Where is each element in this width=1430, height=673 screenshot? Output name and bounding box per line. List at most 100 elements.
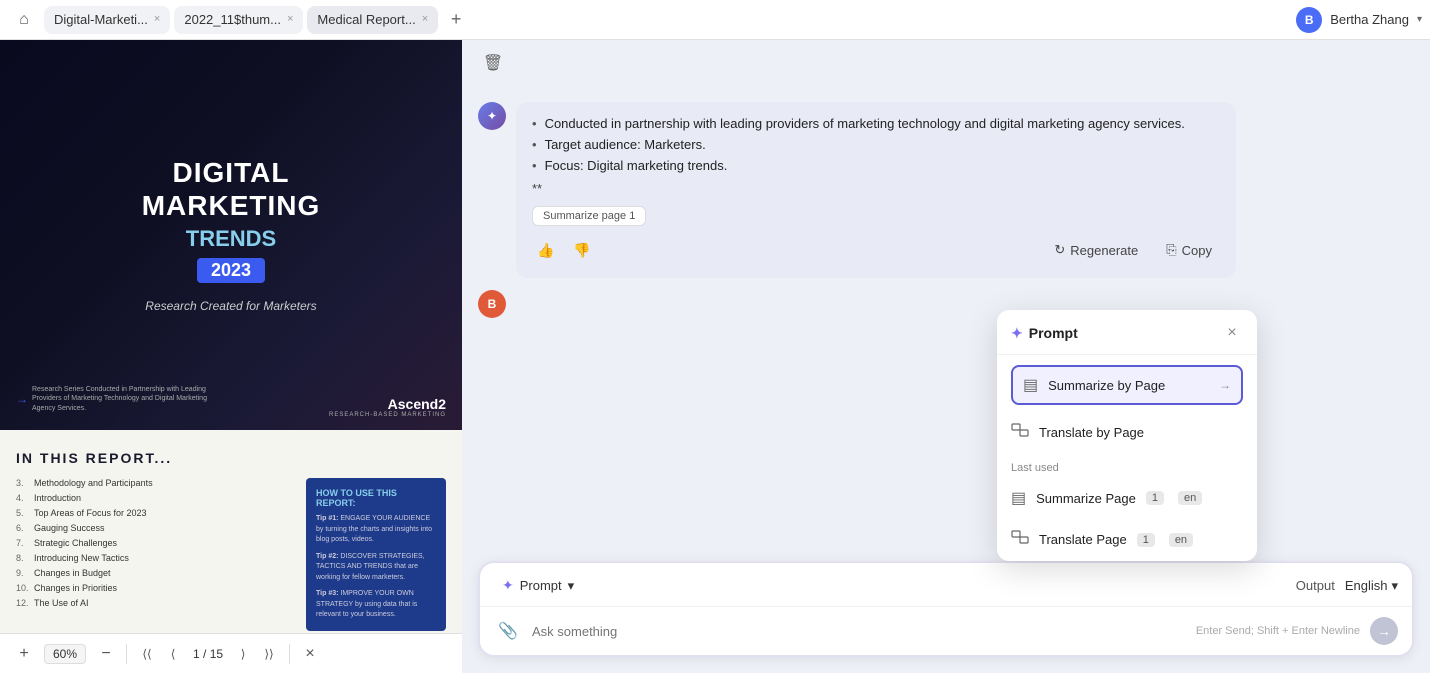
pdf-title-line2: MARKETING xyxy=(142,190,321,222)
bullet-2: • Target audience: Marketers. xyxy=(532,137,1220,152)
prompt-item-summarize-wrapper: ▤ Summarize by Page → xyxy=(997,355,1257,411)
toc-item-9: 9.Changes in Budget xyxy=(16,568,298,578)
tab-digital-marketing[interactable]: Digital-Marketi... × xyxy=(44,6,170,34)
chevron-down-icon[interactable]: ▾ xyxy=(1417,14,1422,25)
user-name: Bertha Zhang xyxy=(1330,12,1409,27)
ai-icon: ✦ xyxy=(487,109,497,123)
ascend-logo: Ascend2 RESEARCH-BASED MARKETING xyxy=(329,396,446,418)
arrow-icon: → xyxy=(1219,378,1231,392)
toc-item-10: 10.Changes in Priorities xyxy=(16,583,298,593)
toc-item-6: 6.Gauging Success xyxy=(16,523,298,533)
message-actions: 👍 👎 ↻ Regenerate ⎘ Copy xyxy=(532,236,1220,264)
thumbs-down-button[interactable]: 👎 xyxy=(568,236,596,264)
output-language-select[interactable]: English ▾ xyxy=(1345,578,1398,594)
prompt-dropdown-header: ✦ Prompt × xyxy=(997,310,1257,355)
copy-icon: ⎘ xyxy=(1166,242,1176,258)
prompt-dropdown: ✦ Prompt × ▤ Summarize by Page → xyxy=(997,310,1257,561)
pdf-toc-inner: 3.Methodology and Participants 4.Introdu… xyxy=(16,478,446,631)
pdf-title-line3: TRENDS xyxy=(142,226,321,252)
toc-item-7: 7.Strategic Challenges xyxy=(16,538,298,548)
nav-first-button[interactable]: ⟨⟨ xyxy=(135,642,159,666)
sparkle-icon: ✦ xyxy=(1011,325,1023,342)
lang-badge-2: en xyxy=(1169,533,1193,547)
copy-button[interactable]: ⎘ Copy xyxy=(1158,238,1220,262)
translate-icon xyxy=(1011,421,1029,444)
tab-close-icon[interactable]: × xyxy=(154,14,160,25)
how-to-title: HOW TO USE THIS REPORT: xyxy=(316,488,436,508)
recent-translate-page[interactable]: Translate Page 1 en xyxy=(997,518,1257,561)
clear-chat-button[interactable]: 🗑 xyxy=(478,48,508,78)
nav-down-arrows: ⟩ ⟩⟩ xyxy=(231,642,281,666)
nav-next-button[interactable]: ⟩ xyxy=(231,642,255,666)
nav-prev-button[interactable]: ⟨ xyxy=(161,642,185,666)
chat-input-field[interactable] xyxy=(532,624,1186,639)
thumbs-up-button[interactable]: 👍 xyxy=(532,236,560,264)
avatar: B xyxy=(1296,7,1322,33)
page-badge-1: 1 xyxy=(1146,491,1164,505)
prompt-close-button[interactable]: × xyxy=(1221,322,1243,344)
how-to-text: Tip #1: ENGAGE YOUR AUDIENCE by turning … xyxy=(316,514,436,621)
zoom-level[interactable]: 60% xyxy=(44,644,86,664)
feedback-actions: 👍 👎 xyxy=(532,236,596,264)
main-area: DIGITAL MARKETING TRENDS 2023 Research C… xyxy=(0,40,1430,673)
pdf-toolbar: + 60% − ⟨⟨ ⟨ 1 / 15 ⟩ ⟩⟩ × xyxy=(0,633,462,673)
add-tab-button[interactable]: + xyxy=(442,6,470,34)
pdf-subtitle: Research Created for Marketers xyxy=(142,299,321,313)
tab-close-icon[interactable]: × xyxy=(422,14,428,25)
toc-item-4: 4.Introduction xyxy=(16,493,298,503)
pdf-toc-page: IN THIS REPORT... 3.Methodology and Part… xyxy=(0,430,462,633)
toc-item-8: 8.Introducing New Tactics xyxy=(16,553,298,563)
regenerate-icon: ↻ xyxy=(1054,242,1065,258)
pdf-toc-list: 3.Methodology and Participants 4.Introdu… xyxy=(16,478,298,631)
attach-button[interactable]: 📎 xyxy=(494,617,522,645)
chat-input-area: ✦ Prompt ▾ Output English ▾ 📎 Enter Send… xyxy=(478,561,1414,657)
prompt-section-label: Last used xyxy=(997,454,1257,478)
chat-input-bottom: 📎 Enter Send; Shift + Enter Newline → xyxy=(480,607,1412,655)
tab-2022[interactable]: 2022_11$thum... × xyxy=(174,6,303,34)
home-icon: ⌂ xyxy=(19,11,29,29)
chat-input-top: ✦ Prompt ▾ Output English ▾ xyxy=(480,563,1412,607)
attach-icon: 📎 xyxy=(498,621,518,641)
toc-item-3: 3.Methodology and Participants xyxy=(16,478,298,488)
tab-label: 2022_11$thum... xyxy=(184,12,281,27)
regenerate-button[interactable]: ↻ Regenerate xyxy=(1046,238,1146,262)
user-message-container: B xyxy=(478,290,1414,318)
input-hint: Enter Send; Shift + Enter Newline xyxy=(1196,625,1360,637)
prompt-item-summarize[interactable]: ▤ Summarize by Page → xyxy=(1011,365,1243,405)
pdf-how-to-box: HOW TO USE THIS REPORT: Tip #1: ENGAGE Y… xyxy=(306,478,446,631)
chevron-down-icon: ▾ xyxy=(568,578,575,594)
prompt-dropdown-title: ✦ Prompt xyxy=(1011,325,1078,342)
prompt-toggle-button[interactable]: ✦ Prompt ▾ xyxy=(494,573,582,598)
user-avatar-small: B xyxy=(478,290,506,318)
ai-message-bubble: • Conducted in partnership with leading … xyxy=(516,102,1236,278)
zoom-out-button[interactable]: − xyxy=(94,642,118,666)
nav-last-button[interactable]: ⟩⟩ xyxy=(257,642,281,666)
source-badge[interactable]: Summarize page 1 xyxy=(532,206,646,226)
toolbar-divider-2 xyxy=(289,644,290,664)
tab-bar: ⌂ Digital-Marketi... × 2022_11$thum... ×… xyxy=(0,0,1430,40)
send-button[interactable]: → xyxy=(1370,617,1398,645)
bullet-3: • Focus: Digital marketing trends. xyxy=(532,158,1220,173)
summarize-icon: ▤ xyxy=(1023,375,1038,395)
close-panel-button[interactable]: × xyxy=(298,642,322,666)
recent-translate-icon xyxy=(1011,528,1029,551)
nav-up-arrows: ⟨⟨ ⟨ xyxy=(135,642,185,666)
chat-header: 🗑 xyxy=(462,40,1430,86)
prompt-item-translate[interactable]: Translate by Page xyxy=(997,411,1257,454)
chat-panel: 🗑 ✦ • Conducted in partnership with lead… xyxy=(462,40,1430,673)
tab-label: Medical Report... xyxy=(317,12,415,27)
recent-summarize-icon: ▤ xyxy=(1011,488,1026,508)
recent-summarize-page[interactable]: ▤ Summarize Page 1 en xyxy=(997,478,1257,518)
pdf-cover-content: DIGITAL MARKETING TRENDS 2023 Research C… xyxy=(142,157,321,312)
tab-medical-report[interactable]: Medical Report... × xyxy=(307,6,438,34)
tab-close-icon[interactable]: × xyxy=(287,14,293,25)
zoom-in-button[interactable]: + xyxy=(12,642,36,666)
toolbar-divider xyxy=(126,644,127,664)
tab-label: Digital-Marketi... xyxy=(54,12,148,27)
utility-actions: ↻ Regenerate ⎘ Copy xyxy=(1046,238,1220,262)
bullet-1: • Conducted in partnership with leading … xyxy=(532,116,1220,131)
page-indicator: 1 / 15 xyxy=(193,647,223,661)
pdf-title-line1: DIGITAL xyxy=(142,157,321,189)
home-button[interactable]: ⌂ xyxy=(8,4,40,36)
pdf-toc-title: IN THIS REPORT... xyxy=(16,450,446,466)
